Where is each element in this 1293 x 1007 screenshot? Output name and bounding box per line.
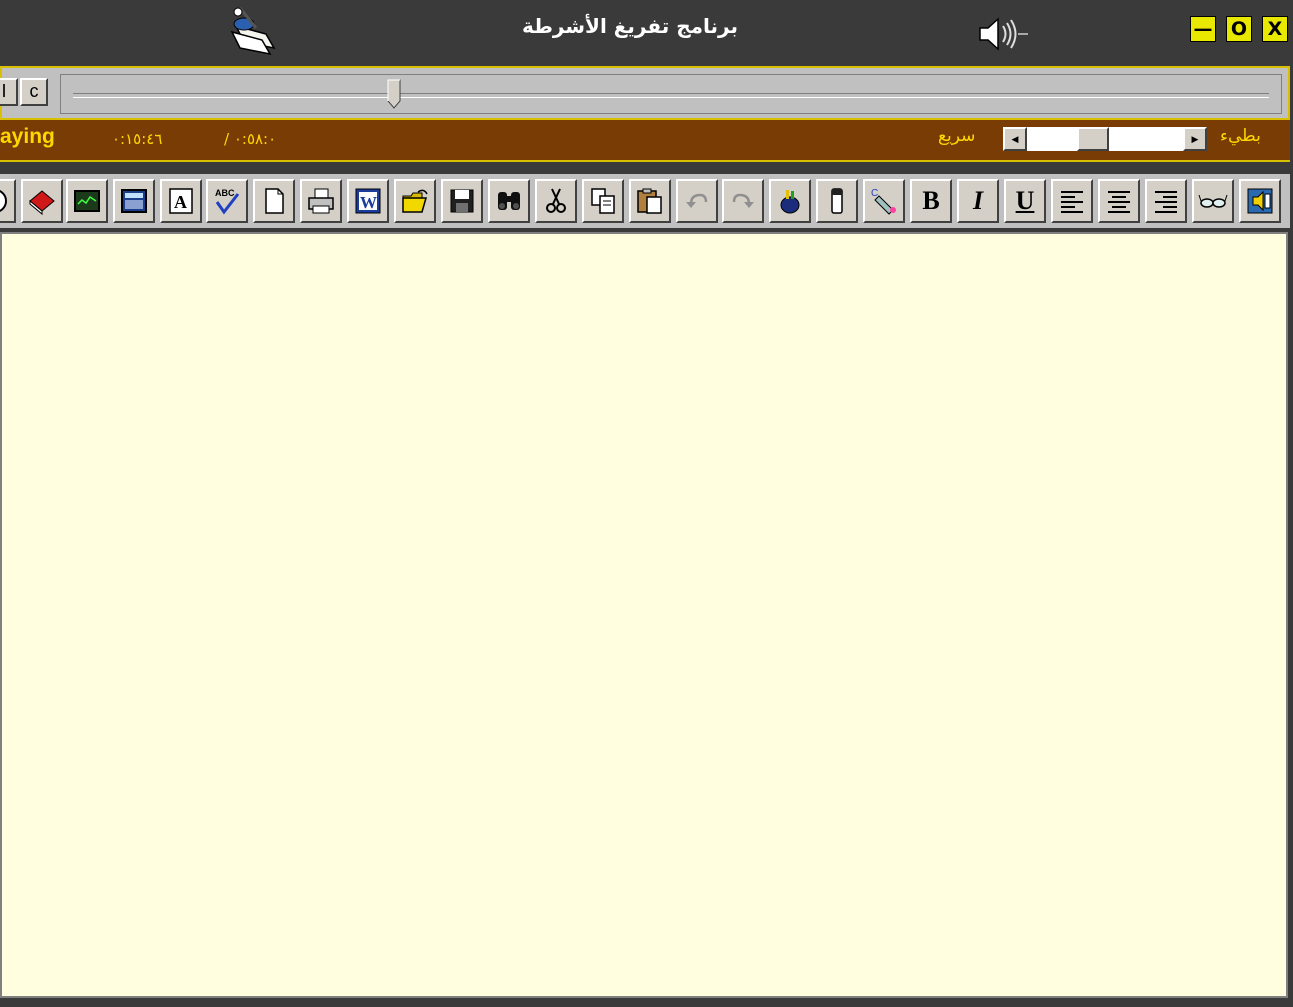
speaker-icon[interactable] xyxy=(976,16,1032,52)
title-bar: برنامج تفريغ الأشرطة — O X xyxy=(0,0,1293,62)
color-pot-button[interactable] xyxy=(769,179,811,223)
redo-icon xyxy=(732,193,754,208)
seek-slider-thumb[interactable] xyxy=(387,79,401,109)
spellcheck-button[interactable]: ABC xyxy=(206,179,248,223)
copy-button[interactable] xyxy=(582,179,624,223)
player-button-left[interactable]: I xyxy=(0,78,18,106)
align-left-button[interactable] xyxy=(1051,179,1093,223)
svg-text:ABC: ABC xyxy=(215,188,235,198)
open-folder-icon xyxy=(402,189,428,213)
playback-status: aying xyxy=(0,125,55,148)
bold-icon: B xyxy=(922,186,940,215)
toolbar: A ABC W C B I U xyxy=(0,174,1290,228)
align-center-button[interactable] xyxy=(1098,179,1140,223)
total-time: / ٠:٥٨:٠ xyxy=(224,130,277,148)
svg-text:W: W xyxy=(360,193,377,212)
save-icon xyxy=(450,189,474,213)
align-left-icon xyxy=(1061,191,1083,213)
align-center-icon xyxy=(1108,191,1130,213)
window-title: برنامج تفريغ الأشرطة xyxy=(521,14,739,38)
speed-slow-label: بطيء xyxy=(1220,126,1261,146)
player-button-c[interactable]: c xyxy=(20,78,48,106)
calculator-button[interactable] xyxy=(113,179,155,223)
status-bar: aying ٠:١٥:٤٦ / ٠:٥٨:٠ سريع ◀ ▶ بطيء xyxy=(0,120,1290,162)
align-right-button[interactable] xyxy=(1145,179,1187,223)
print-button[interactable] xyxy=(300,179,342,223)
scroll-right-arrow-icon[interactable]: ▶ xyxy=(1183,127,1207,151)
copy-icon xyxy=(591,188,615,214)
open-folder-button[interactable] xyxy=(394,179,436,223)
new-document-button[interactable] xyxy=(253,179,295,223)
calculator-icon xyxy=(121,189,147,213)
monitor-button[interactable] xyxy=(66,179,108,223)
seek-bar-row: I c xyxy=(0,66,1290,120)
cut-icon xyxy=(546,188,566,213)
font-icon: A xyxy=(169,188,193,214)
italic-icon: I xyxy=(972,186,984,215)
align-right-icon xyxy=(1155,191,1177,213)
close-button[interactable]: X xyxy=(1262,16,1288,42)
maximize-button[interactable]: O xyxy=(1226,16,1252,42)
bold-button[interactable]: B xyxy=(910,179,952,223)
spray-button[interactable]: C xyxy=(863,179,905,223)
seek-slider[interactable] xyxy=(60,74,1282,114)
round-icon xyxy=(0,190,7,212)
monitor-icon xyxy=(74,190,100,212)
scroll-left-arrow-icon[interactable]: ◀ xyxy=(1003,127,1027,151)
word-button[interactable]: W xyxy=(347,179,389,223)
audio-exit-button[interactable] xyxy=(1239,179,1281,223)
svg-text:A: A xyxy=(174,192,187,212)
pen-icon xyxy=(831,188,843,214)
save-button[interactable] xyxy=(441,179,483,223)
new-document-icon xyxy=(265,188,284,214)
color-pot-icon xyxy=(780,190,800,214)
find-button[interactable] xyxy=(488,179,530,223)
underline-button[interactable]: U xyxy=(1004,179,1046,223)
glasses-icon xyxy=(1198,194,1228,208)
current-time: ٠:١٥:٤٦ xyxy=(112,130,163,148)
glasses-button[interactable] xyxy=(1192,179,1234,223)
paste-button[interactable] xyxy=(629,179,671,223)
text-editor-area[interactable] xyxy=(0,232,1288,998)
paste-icon xyxy=(637,188,662,214)
print-icon xyxy=(308,188,334,214)
speed-scroll-thumb[interactable] xyxy=(1077,127,1109,151)
undo-button[interactable] xyxy=(676,179,718,223)
audio-exit-icon xyxy=(1247,188,1273,214)
book-icon xyxy=(29,190,55,216)
cut-button[interactable] xyxy=(535,179,577,223)
minimize-button[interactable]: — xyxy=(1190,16,1216,42)
undo-icon xyxy=(686,193,708,208)
font-button[interactable]: A xyxy=(160,179,202,223)
spellcheck-icon: ABC xyxy=(215,188,240,215)
round-icon-button[interactable] xyxy=(0,179,16,223)
word-icon: W xyxy=(355,188,381,214)
speed-fast-label: سريع xyxy=(938,126,976,146)
speed-scrollbar[interactable]: ◀ ▶ xyxy=(1003,127,1207,151)
writing-hand-icon xyxy=(222,4,282,56)
underline-icon: U xyxy=(1015,186,1035,215)
find-icon xyxy=(498,192,520,210)
spray-icon: C xyxy=(871,188,896,215)
italic-button[interactable]: I xyxy=(957,179,999,223)
book-button[interactable] xyxy=(21,179,63,223)
redo-button[interactable] xyxy=(722,179,764,223)
pen-button[interactable] xyxy=(816,179,858,223)
